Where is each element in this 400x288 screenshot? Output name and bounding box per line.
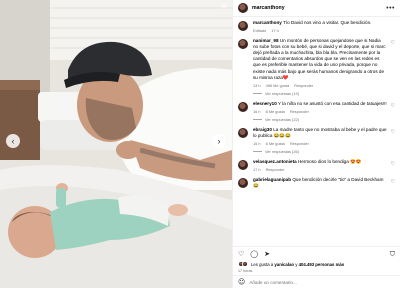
post-date: 17 horas	[238, 269, 253, 273]
post-photo[interactable]: × ‹ ›	[0, 0, 232, 288]
likes-prefix: Les gusta a	[251, 261, 274, 267]
divider	[253, 92, 262, 94]
comment-text: Y la niña no se asustó con esa cantidad …	[277, 100, 387, 106]
post-author-username[interactable]: marcanthony	[252, 5, 285, 11]
post-header: marcanthony •••	[233, 0, 400, 17]
liked-by-username[interactable]: yanicalao	[274, 262, 294, 267]
next-post-icon[interactable]: ›	[212, 134, 226, 148]
avatar[interactable]	[238, 21, 248, 31]
heart-icon[interactable]: ♡	[391, 103, 395, 109]
view-replies-button[interactable]: Ver respuestas (22)	[253, 117, 387, 122]
view-replies-label: Ver respuestas (22)	[265, 116, 299, 122]
view-replies-button[interactable]: Ver respuestas (26)	[253, 149, 387, 154]
avatar[interactable]	[238, 178, 248, 189]
caption-username[interactable]: marcanthony	[253, 20, 282, 25]
comment-username[interactable]: elesnery10	[253, 101, 277, 106]
view-replies-label: Ver respuestas (26)	[265, 149, 299, 155]
photo-illustration	[0, 0, 232, 288]
emoji-icon[interactable]: ☺	[238, 278, 245, 286]
close-icon[interactable]: ×	[219, 2, 229, 12]
comment-time: 17 h	[253, 167, 261, 173]
avatar[interactable]	[238, 101, 248, 112]
heart-icon[interactable]: ♡	[391, 41, 395, 46]
comment-item: gabrielaguanipab Que bendición decirle "…	[238, 177, 395, 189]
comment-text: Un montón de personas quejandose que si …	[253, 38, 386, 80]
action-bar: ♡ ◯ ➤ ⛉	[238, 249, 395, 260]
comment-item: velasquez.antonieta Hermoso dios lo bend…	[238, 159, 395, 172]
reply-button[interactable]: Responder	[290, 141, 309, 146]
likes-text: Les gusta a yanicalao y 404.493 personas…	[251, 262, 344, 267]
post-details-panel: marcanthony ••• marcanthony Tío David no…	[232, 0, 400, 288]
comment-item: nanimar_98 Un montón de personas quejand…	[238, 38, 395, 96]
caption-edited-label: Editado	[253, 28, 267, 34]
comment-input[interactable]	[249, 279, 395, 285]
add-comment-bar: ☺	[233, 275, 400, 288]
comment-likes[interactable]: 496 Me gusta	[266, 83, 290, 88]
reply-button[interactable]: Responder	[294, 83, 313, 88]
heart-icon[interactable]: ♡	[391, 180, 395, 185]
avatar	[242, 261, 248, 267]
likes-summary[interactable]: Les gusta a yanicalao y 404.493 personas…	[238, 261, 395, 267]
avatar[interactable]	[238, 160, 248, 171]
comment-time: 16 h	[253, 108, 261, 114]
caption-text: Tío David nos vino a visitar. Que bendic…	[283, 20, 372, 25]
heart-icon[interactable]: ♡	[238, 251, 244, 258]
comment-item: elesnery10 Y la niña no se asustó con es…	[238, 101, 395, 122]
reply-button[interactable]: Responder	[266, 167, 285, 172]
comment-username[interactable]: velasquez.antonieta	[253, 159, 297, 164]
likes-count[interactable]: 404.493 personas más	[299, 262, 345, 267]
avatar[interactable]	[238, 3, 248, 13]
comment-icon[interactable]: ◯	[250, 251, 258, 258]
reply-button[interactable]: Responder	[290, 109, 309, 114]
comment-username[interactable]: nanimar_98	[253, 38, 279, 43]
avatar[interactable]	[238, 39, 248, 50]
caption-time: 17 h	[271, 28, 279, 34]
comment-time: 15 h	[253, 141, 261, 147]
comment-text: Hermoso dios lo bendiga 😍😍	[297, 159, 362, 165]
post-caption: marcanthony Tío David nos vino a visitar…	[238, 20, 395, 33]
view-replies-label: Ver respuestas (19)	[265, 90, 299, 96]
comment-item: ebraig30 La madre tanto que no mostraba …	[238, 127, 395, 154]
comment-username[interactable]: gabrielaguanipab	[253, 177, 291, 182]
bookmark-icon[interactable]: ⛉	[390, 251, 395, 258]
likes-suffix: y	[295, 261, 298, 267]
view-replies-button[interactable]: Ver respuestas (19)	[253, 91, 387, 96]
heart-icon[interactable]: ♡	[391, 162, 395, 167]
comment-time: 13 h	[253, 82, 261, 88]
comments-list[interactable]: marcanthony Tío David nos vino a visitar…	[233, 18, 400, 246]
divider	[253, 151, 262, 152]
share-icon[interactable]: ➤	[264, 251, 270, 258]
previous-post-icon[interactable]: ‹	[6, 134, 20, 148]
avatar[interactable]	[238, 127, 248, 138]
comment-likes[interactable]: 6 Me gusta	[266, 141, 285, 146]
comment-likes[interactable]: 8 Me gusta	[266, 109, 285, 114]
more-options-icon[interactable]: •••	[386, 5, 395, 12]
heart-icon[interactable]: ♡	[391, 129, 395, 135]
comment-text: La madre tanto que no mostraba al bebe y…	[253, 126, 387, 138]
comment-username[interactable]: ebraig30	[253, 127, 272, 132]
divider	[253, 119, 262, 120]
